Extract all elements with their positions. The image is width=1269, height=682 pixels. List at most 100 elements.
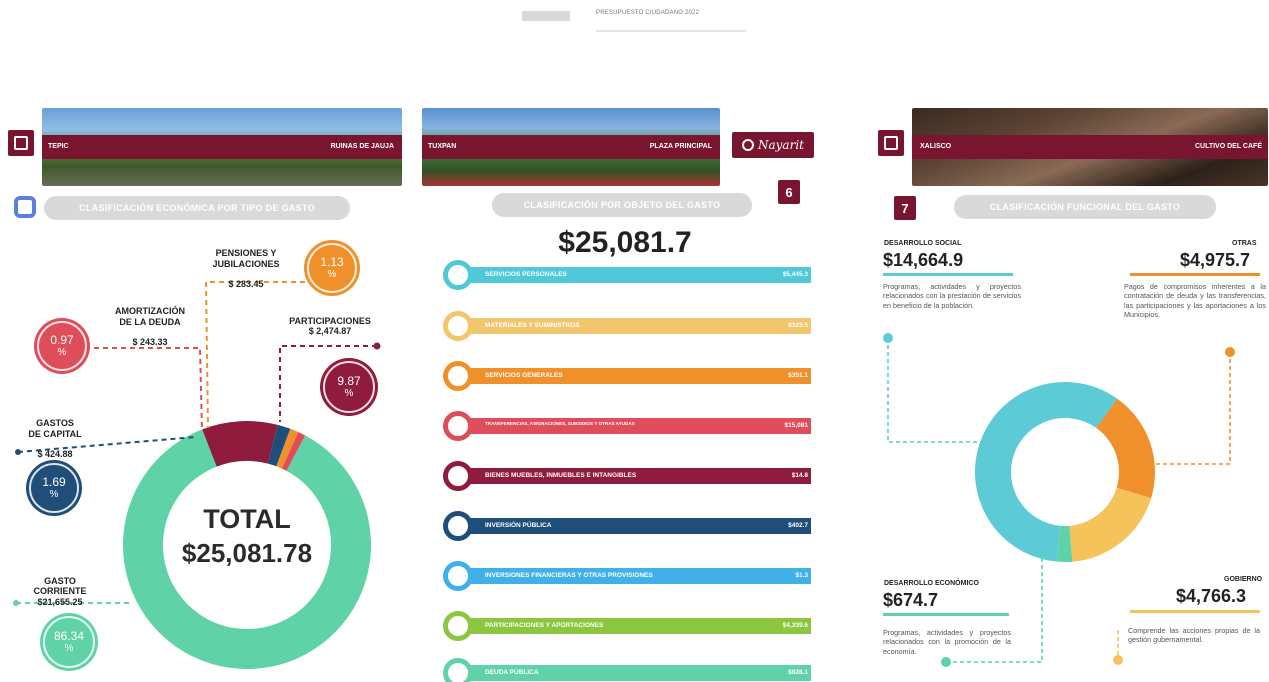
label-amortizacion: AMORTIZACIÓN DE LA DEUDA $ 243.33 [100,296,200,358]
pct-bubble-amortizacion: 0.97% [34,318,90,374]
leader-dot-desarrollo-social [883,333,893,343]
banner-city-label: XALISCO [920,143,952,150]
leader-dot-otras [1225,347,1235,357]
objeto-bar: SERVICIOS PERSONALES $5,445.3 [443,260,811,290]
objeto-bar-circle-icon [443,658,473,682]
objeto-bar-label: PARTICIPACIONES Y APORTACIONES [485,622,604,629]
label-pensiones-name: PENSIONES Y JUBILACIONES [212,248,280,269]
pct-value: 1.13 [320,254,344,269]
objeto-bar-value: $1.3 [795,572,808,579]
label-amortizacion-amount: $ 243.33 [132,337,168,348]
objeto-bar-circle-icon [443,260,473,290]
pct-bubble-pensiones: 1.13% [304,240,360,296]
leader-dot-gobierno [1113,655,1123,665]
func-amount-desarrollo-economico: $674.7 [883,590,939,610]
building-icon [878,130,904,156]
funcional-donut [975,382,1155,562]
func-line-gobierno [1130,610,1260,613]
chart-icon [14,196,36,218]
total-value: $25,081.78 [181,538,313,568]
building-icon [8,130,34,156]
banner-place-label: CULTIVO DEL CAFÉ [1194,143,1262,150]
objeto-bar: SERVICIOS GENERALES $351.1 [443,361,811,391]
leader-desarrollo-social [887,338,992,443]
banner-city-label: TEPIC [48,143,69,150]
objeto-bar-value: $14.8 [791,472,808,479]
func-label-otras: OTRAS [1232,240,1257,247]
label-pensiones-amount: $ 283.45 [228,279,264,290]
donut-slice-gobierno [1069,487,1152,562]
pct-bubble-gastos-capital: 1.69% [26,460,82,516]
label-gasto-corriente-name: GASTO CORRIENTE [33,576,87,597]
label-gastos-capital-amount: $ 424.88 [37,449,73,460]
header-title: PRESUPUESTO CIUDADANO 2022 [596,10,700,16]
banner-tepic: TEPIC RUINAS DE JAUJA [42,108,402,186]
objeto-bar-label: BIENES MUEBLES, INMUEBLES E INTANGIBLES [485,472,637,479]
objeto-bar-circle-icon [443,461,473,491]
objeto-bar-circle-icon [443,611,473,641]
func-amount-desarrollo-social: $14,664.9 [883,250,964,270]
objeto-bar-label: INVERSIÓN PÚBLICA [485,522,552,529]
pct-value: 1.69 [42,474,66,489]
pct-value: 9.87 [337,373,361,388]
pct-bubble-gasto-corriente: 86.34% [40,613,98,671]
objeto-bar-circle-icon [443,311,473,341]
leader-dot-desarrollo-economico [941,657,951,667]
objeto-bar-label: TRANSFERENCIAS, ASIGNACIONES, SUBSIDIOS … [485,421,635,426]
objeto-bar: BIENES MUEBLES, INMUEBLES E INTANGIBLES $… [443,461,811,491]
objeto-bar-circle-icon [443,411,473,441]
label-participaciones-name: PARTICIPACIONES [289,316,371,326]
func-line-desarrollo-economico [883,613,1009,616]
objeto-bar-label: SERVICIOS GENERALES [485,372,563,379]
objeto-bar-label: DEUDA PÚBLICA [485,669,539,676]
func-amount-gobierno: $4,766.3 [1176,586,1247,606]
pct-unit: % [49,489,59,501]
objeto-bar: TRANSFERENCIAS, ASIGNACIONES, SUBSIDIOS … [443,411,811,441]
objeto-bar: MATERIALES Y SUMINISTROS $323.5 [443,311,811,341]
label-gasto-corriente-amount: $21,655.25 [37,596,83,607]
pct-unit: % [57,347,67,359]
banner-city-label: TUXPAN [428,143,457,150]
header-underline [596,30,746,32]
func-line-desarrollo-social [883,273,1013,276]
func-desc-desarrollo-economico: Programas, actividades y proyectos relac… [883,628,1011,656]
func-desc-gobierno: Comprende las acciones propias de la ges… [1128,626,1260,645]
leader-otras [1154,352,1231,465]
page-number-7: 7 [894,196,916,220]
brand-text: Nayarit [758,138,804,152]
banner-place-label: PLAZA PRINCIPAL [649,143,712,150]
label-participaciones-amount: $ 2,474.87 [308,326,352,337]
objeto-bar-value: $402.7 [788,522,808,529]
funcional-classification-pill: CLASIFICACIÓN FUNCIONAL DEL GASTO [954,195,1216,219]
func-line-otras [1130,273,1260,276]
header-bar: PRESUPUESTO CIUDADANO 2022 [0,0,1269,40]
pct-unit: % [344,388,354,400]
objeto-bar-label: INVERSIONES FINANCIERAS Y OTRAS PROVISIO… [485,572,653,579]
objeto-bar-label: SERVICIOS PERSONALES [485,271,567,278]
nayarit-brand: Nayarit [732,132,814,158]
banner-place-label: RUINAS DE JAUJA [330,143,394,150]
pct-value: 86.34 [53,628,85,643]
objeto-bar: INVERSIÓN PÚBLICA $402.7 [443,511,811,541]
func-amount-otras: $4,975.7 [1180,250,1251,270]
pct-unit: % [327,269,337,281]
pct-unit: % [64,643,74,655]
objeto-bar-circle-icon [443,511,473,541]
objeto-bar-label: MATERIALES Y SUMINISTROS [485,322,580,329]
total-label: TOTAL [203,504,291,534]
func-label-gobierno: GOBIERNO [1224,576,1263,583]
func-label-desarrollo-economico: DESARROLLO ECONÓMICO [884,580,979,587]
objeto-bar-circle-icon [443,561,473,591]
leader-amortizacion [94,347,203,431]
objeto-bar-value: $4,339.6 [782,622,808,629]
pct-value: 0.97 [50,332,74,347]
leader-dot-gasto-corriente [13,600,19,606]
label-participaciones: PARTICIPACIONES $ 2,474.87 [275,316,385,337]
objeto-classification-pill: CLASIFICACIÓN POR OBJETO DEL GASTO [492,193,752,217]
objeto-bar: PARTICIPACIONES Y APORTACIONES $4,339.6 [443,611,811,641]
objeto-total-amount: $25,081.7 [558,226,692,259]
objeto-bar: INVERSIONES FINANCIERAS Y OTRAS PROVISIO… [443,561,811,591]
brand-seal-icon [742,139,754,151]
leader-pensiones [204,281,305,429]
objeto-bar-value: $5,445.3 [782,271,808,278]
